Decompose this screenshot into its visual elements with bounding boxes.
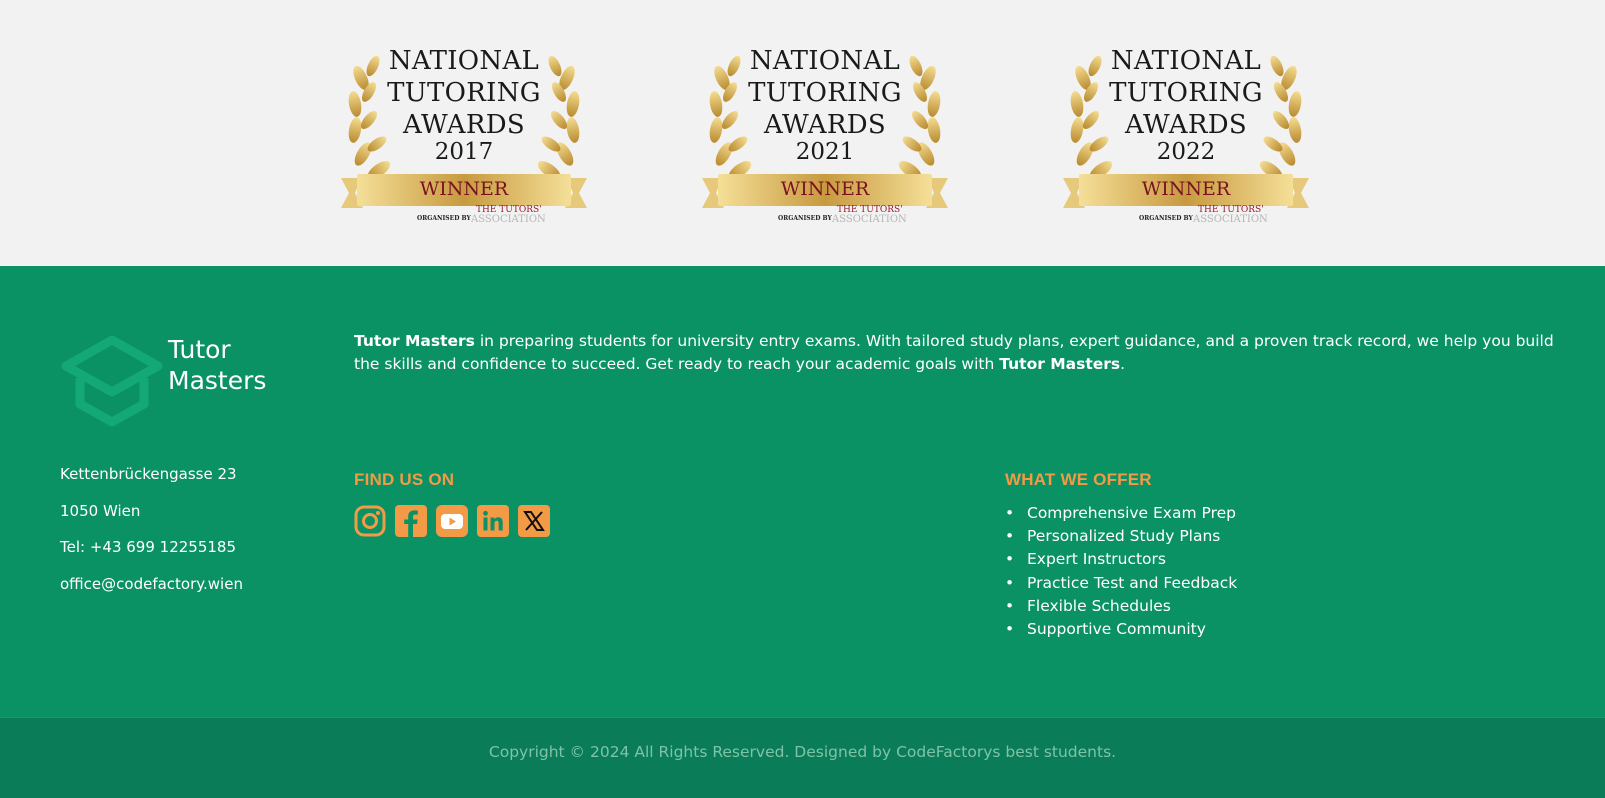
award-title-line: TUTORING	[748, 78, 902, 108]
award-title-line: TUTORING	[1109, 78, 1263, 108]
brand-mention: Tutor Masters	[354, 332, 475, 350]
offer-list: Comprehensive Exam Prep Personalized Stu…	[1005, 502, 1237, 641]
offer-item: Expert Instructors	[1005, 548, 1237, 571]
award-title-line: NATIONAL	[1110, 46, 1262, 76]
award-title-line: AWARDS	[1125, 110, 1247, 140]
about-text: in preparing students for university ent…	[354, 332, 1554, 373]
award-title-line: NATIONAL	[388, 46, 540, 76]
copyright-text: Copyright © 2024 All Rights Reserved. De…	[488, 743, 1117, 761]
about-text-end: .	[1120, 355, 1126, 373]
youtube-icon[interactable]	[436, 505, 468, 537]
brand-name-line: Masters	[168, 366, 267, 395]
award-organiser-name: ASSOCIATION	[471, 214, 546, 225]
social-links	[354, 505, 550, 537]
brand-name: Tutor Masters	[168, 334, 266, 396]
address-street: Kettenbrückengasse 23	[60, 465, 237, 483]
brand-name-line: Tutor	[168, 335, 231, 364]
award-text-2021: NATIONAL TUTORING AWARDS 2021 WINNER ORG…	[702, 38, 948, 226]
award-ribbon-label: WINNER	[780, 178, 870, 200]
site-footer: Tutor Masters Tutor Masters in preparing…	[0, 266, 1605, 717]
award-title-line: AWARDS	[764, 110, 886, 140]
instagram-icon[interactable]	[354, 505, 386, 537]
linkedin-icon[interactable]	[477, 505, 509, 537]
brand-mention: Tutor Masters	[999, 355, 1121, 373]
award-organised-by: ORGANISED BY	[778, 215, 832, 222]
award-organiser-name: ASSOCIATION	[832, 214, 907, 225]
offer-section: WHAT WE OFFER Comprehensive Exam Prep Pe…	[1005, 470, 1237, 641]
award-year: 2021	[795, 139, 855, 165]
award-ribbon-label: WINNER	[419, 178, 509, 200]
award-title-line: NATIONAL	[749, 46, 901, 76]
find-us-section: FIND US ON	[354, 470, 550, 537]
phone-number[interactable]: Tel: +43 699 12255185	[60, 537, 243, 574]
offer-item: Comprehensive Exam Prep	[1005, 502, 1237, 525]
x-icon[interactable]	[518, 505, 550, 537]
award-organiser-name: ASSOCIATION	[1193, 214, 1268, 225]
award-organised-by: ORGANISED BY	[417, 215, 471, 222]
brand-logo[interactable]: Tutor Masters	[60, 334, 280, 427]
offer-item: Practice Test and Feedback	[1005, 572, 1237, 595]
award-organised-by: ORGANISED BY	[1139, 215, 1193, 222]
address-city: 1050 Wien	[60, 501, 141, 520]
email-link[interactable]: office@codefactory.wien	[60, 574, 243, 611]
offer-item: Flexible Schedules	[1005, 595, 1237, 618]
about-paragraph: Tutor Masters in preparing students for …	[354, 330, 1584, 376]
contact-info: Kettenbrückengasse 23 1050 Wien Tel: +43…	[60, 464, 243, 610]
copyright-bar: Copyright © 2024 All Rights Reserved. De…	[0, 717, 1605, 798]
award-text-2017: NATIONAL TUTORING AWARDS 2017 WINNER ORG…	[341, 38, 587, 226]
offer-title: WHAT WE OFFER	[1005, 470, 1152, 489]
offer-item: Personalized Study Plans	[1005, 525, 1237, 548]
award-year: 2022	[1156, 139, 1216, 165]
award-text-2022: NATIONAL TUTORING AWARDS 2022 WINNER ORG…	[1063, 38, 1309, 226]
graduation-cap-icon	[61, 335, 163, 427]
facebook-icon[interactable]	[395, 505, 427, 537]
award-title-line: TUTORING	[387, 78, 541, 108]
award-title-line: AWARDS	[403, 110, 525, 140]
award-year: 2017	[434, 139, 494, 165]
offer-item: Supportive Community	[1005, 618, 1237, 641]
find-us-title: FIND US ON	[354, 470, 455, 489]
award-ribbon-label: WINNER	[1141, 178, 1231, 200]
